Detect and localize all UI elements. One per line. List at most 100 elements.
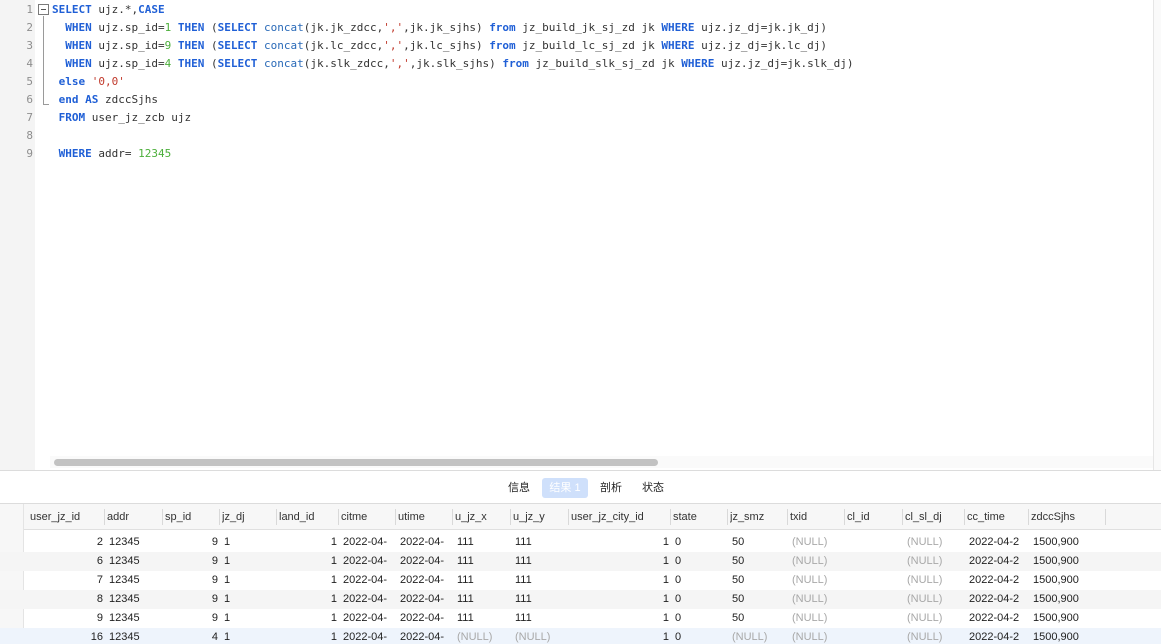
column-divider[interactable] — [844, 509, 845, 525]
table-cell[interactable]: 111 — [515, 552, 568, 571]
column-divider[interactable] — [1028, 509, 1029, 525]
table-cell[interactable]: 50 — [732, 552, 787, 571]
column-divider[interactable] — [452, 509, 453, 525]
table-cell[interactable]: 1 — [570, 552, 669, 571]
table-cell[interactable]: 9 — [164, 590, 218, 609]
table-cell[interactable]: (NULL) — [792, 590, 844, 609]
column-header-sp-id[interactable]: sp_id — [165, 504, 218, 530]
table-cell[interactable]: (NULL) — [515, 628, 568, 644]
table-cell[interactable]: 111 — [515, 609, 568, 628]
table-cell[interactable]: (NULL) — [792, 552, 844, 571]
column-divider[interactable] — [670, 509, 671, 525]
column-header-user-jz-city-id[interactable]: user_jz_city_id — [571, 504, 669, 530]
table-row[interactable]: 2 12345 9 1 1 2022-04- 2022-04- 111 111 1 0 50 (NULL… — [0, 533, 1161, 552]
table-cell[interactable]: (NULL) — [792, 609, 844, 628]
table-cell[interactable]: 2022-04- — [343, 628, 395, 644]
column-header-jz-dj[interactable]: jz_dj — [222, 504, 275, 530]
table-cell[interactable]: (NULL) — [732, 628, 787, 644]
column-header-txid[interactable]: txid — [790, 504, 843, 530]
table-cell[interactable]: 1 — [570, 533, 669, 552]
code-line[interactable]: WHEN ujz.sp_id=4 THEN (SELECT concat(jk.… — [52, 55, 853, 73]
table-cell[interactable]: (NULL) — [792, 628, 844, 644]
code-line[interactable]: WHEN ujz.sp_id=9 THEN (SELECT concat(jk.… — [52, 37, 827, 55]
table-cell[interactable]: 12345 — [109, 571, 162, 590]
table-cell[interactable]: 2022-04-2 — [969, 533, 1028, 552]
sql-editor[interactable]: 123456789 SELECT ujz.*,CASE WHEN ujz.sp_… — [0, 0, 1161, 470]
table-cell[interactable]: 2022-04- — [343, 552, 395, 571]
table-cell[interactable]: 12345 — [109, 628, 162, 644]
table-cell[interactable]: 1 — [278, 552, 337, 571]
table-cell[interactable]: 0 — [675, 609, 727, 628]
table-cell[interactable]: (NULL) — [457, 628, 510, 644]
table-cell[interactable]: 50 — [732, 571, 787, 590]
column-header-cl-sl-dj[interactable]: cl_sl_dj — [905, 504, 963, 530]
tab-status[interactable]: 状态 — [635, 478, 671, 498]
table-cell[interactable]: (NULL) — [907, 609, 964, 628]
table-cell[interactable]: 1 — [224, 571, 276, 590]
column-header-cl-id[interactable]: cl_id — [847, 504, 901, 530]
table-cell[interactable]: 1500,900 — [1033, 571, 1105, 590]
table-cell[interactable]: 9 — [164, 609, 218, 628]
tab-result-1[interactable]: 结果 1 — [542, 478, 588, 498]
table-cell[interactable]: 12345 — [109, 533, 162, 552]
table-cell[interactable] — [849, 628, 902, 644]
table-cell[interactable]: 9 — [164, 571, 218, 590]
table-cell[interactable]: 1 — [278, 571, 337, 590]
table-cell[interactable] — [849, 590, 902, 609]
column-header-u-jz-x[interactable]: u_jz_x — [455, 504, 509, 530]
table-cell[interactable]: (NULL) — [907, 571, 964, 590]
table-cell[interactable]: 1 — [570, 590, 669, 609]
code-line[interactable]: SELECT ujz.*,CASE — [52, 1, 165, 19]
table-cell[interactable]: 111 — [457, 533, 510, 552]
table-cell[interactable]: 2022-04- — [400, 609, 452, 628]
table-cell[interactable]: 1 — [570, 571, 669, 590]
column-divider[interactable] — [219, 509, 220, 525]
tab-info[interactable]: 信息 — [500, 478, 538, 498]
table-cell[interactable]: 2022-04- — [400, 628, 452, 644]
table-cell[interactable]: 0 — [675, 590, 727, 609]
table-cell[interactable]: 6 — [29, 552, 103, 571]
table-cell[interactable]: 1 — [224, 590, 276, 609]
table-cell[interactable]: 0 — [675, 628, 727, 644]
code-line[interactable]: WHEN ujz.sp_id=1 THEN (SELECT concat(jk.… — [52, 19, 827, 37]
table-cell[interactable]: 2022-04- — [343, 590, 395, 609]
table-cell[interactable]: 2022-04-2 — [969, 571, 1028, 590]
table-cell[interactable]: 50 — [732, 609, 787, 628]
code-line[interactable]: end AS zdccSjhs — [52, 91, 158, 109]
table-cell[interactable]: 1 — [278, 590, 337, 609]
table-cell[interactable]: 2022-04-2 — [969, 552, 1028, 571]
table-cell[interactable]: 9 — [29, 609, 103, 628]
column-divider[interactable] — [510, 509, 511, 525]
table-cell[interactable]: 12345 — [109, 609, 162, 628]
table-row[interactable]: 9 12345 9 1 1 2022-04- 2022-04- 111 111 1 0 50 (NULL… — [0, 609, 1161, 628]
table-cell[interactable]: 1 — [278, 533, 337, 552]
table-cell[interactable]: 1500,900 — [1033, 628, 1105, 644]
table-row[interactable]: 16 12345 4 1 1 2022-04- 2022-04- (NULL) (NULL) 1 0… — [0, 628, 1161, 644]
table-cell[interactable]: 111 — [457, 590, 510, 609]
column-divider[interactable] — [727, 509, 728, 525]
column-divider[interactable] — [338, 509, 339, 525]
table-cell[interactable]: 1 — [570, 628, 669, 644]
code-line[interactable]: else '0,0' — [52, 73, 125, 91]
table-cell[interactable] — [849, 552, 902, 571]
table-cell[interactable]: 0 — [675, 571, 727, 590]
column-divider[interactable] — [568, 509, 569, 525]
table-row[interactable]: 8 12345 9 1 1 2022-04- 2022-04- 111 111 1 0 50 (NULL… — [0, 590, 1161, 609]
table-row[interactable]: 7 12345 9 1 1 2022-04- 2022-04- 111 111 1 0 50 (NULL… — [0, 571, 1161, 590]
table-cell[interactable]: 1 — [570, 609, 669, 628]
table-cell[interactable]: 9 — [164, 552, 218, 571]
table-cell[interactable]: 12345 — [109, 552, 162, 571]
table-row[interactable]: 6 12345 9 1 1 2022-04- 2022-04- 111 111 1 0 50 (NULL… — [0, 552, 1161, 571]
table-cell[interactable]: 2022-04-2 — [969, 628, 1028, 644]
table-cell[interactable]: 1 — [224, 609, 276, 628]
table-cell[interactable]: 2022-04-2 — [969, 590, 1028, 609]
table-cell[interactable]: (NULL) — [792, 533, 844, 552]
table-cell[interactable]: 9 — [164, 533, 218, 552]
table-cell[interactable]: 16 — [29, 628, 103, 644]
table-cell[interactable]: 2022-04- — [400, 552, 452, 571]
table-cell[interactable]: 1500,900 — [1033, 590, 1105, 609]
code-line[interactable]: FROM user_jz_zcb ujz — [52, 109, 191, 127]
table-cell[interactable]: 2022-04-2 — [969, 609, 1028, 628]
table-cell[interactable]: (NULL) — [907, 628, 964, 644]
column-header-utime[interactable]: utime — [398, 504, 451, 530]
